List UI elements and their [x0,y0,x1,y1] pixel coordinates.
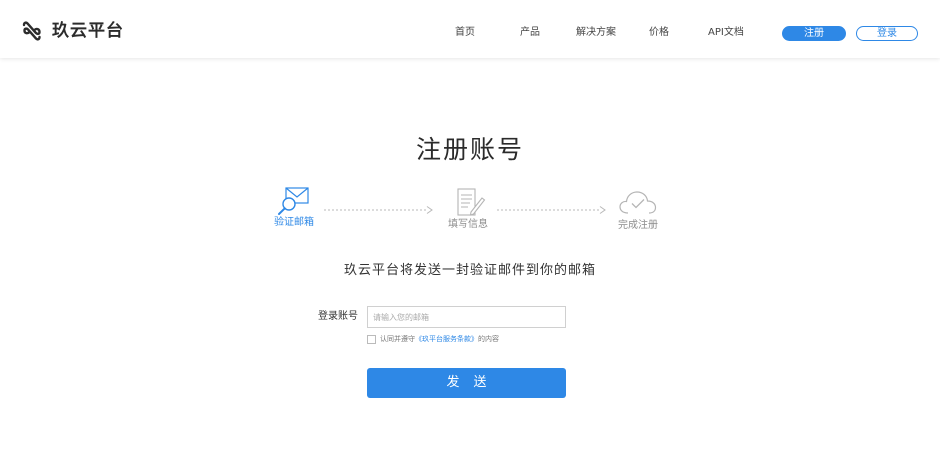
agree-prefix-text: 认同并遵守 [380,335,415,343]
nav-item-api-docs[interactable]: API文档 [708,25,744,41]
nav-item-products[interactable]: 产品 [520,25,540,41]
step-complete: 完成注册 [610,190,666,233]
email-search-icon [278,187,309,215]
send-verification-notice: 玖云平台将发送一封验证邮件到你的邮箱 [343,263,596,278]
brand-logo[interactable]: 玖云平台 [20,21,124,41]
arrow-right-icon [324,206,433,214]
agree-checkbox[interactable] [367,334,376,344]
cloud-check-icon [619,191,657,214]
email-input[interactable] [367,306,566,328]
logo-icon [22,21,41,41]
step-verify-email: 验证邮箱 [266,186,322,230]
step-fill-info: 填写信息 [440,188,496,232]
step-label-fill-info: 填写信息 [448,219,488,230]
page-title: 注册账号 [415,135,524,164]
login-button[interactable]: 登录 [856,26,918,41]
arrow-right-icon [497,206,606,214]
nav-item-solutions[interactable]: 解决方案 [576,25,616,41]
step-label-verify-email: 验证邮箱 [274,217,314,228]
nav-item-home[interactable]: 首页 [455,25,475,41]
step-label-complete: 完成注册 [618,220,658,231]
register-button[interactable]: 注册 [782,26,846,41]
top-header: 玖云平台 首页 产品 解决方案 价格 API文档 注册 登录 [0,0,940,58]
agree-suffix-text: 的内容 [478,335,499,343]
nav-item-pricing[interactable]: 价格 [649,25,669,41]
brand-name: 玖云平台 [52,21,124,41]
terms-agreement: 认同并遵守 《玖平台服务条款》 的内容 [367,334,499,344]
terms-link[interactable]: 《玖平台服务条款》 [415,334,478,344]
send-button[interactable]: 发送 [367,368,566,398]
account-label: 登录账号 [318,311,358,322]
document-edit-icon [457,188,486,216]
